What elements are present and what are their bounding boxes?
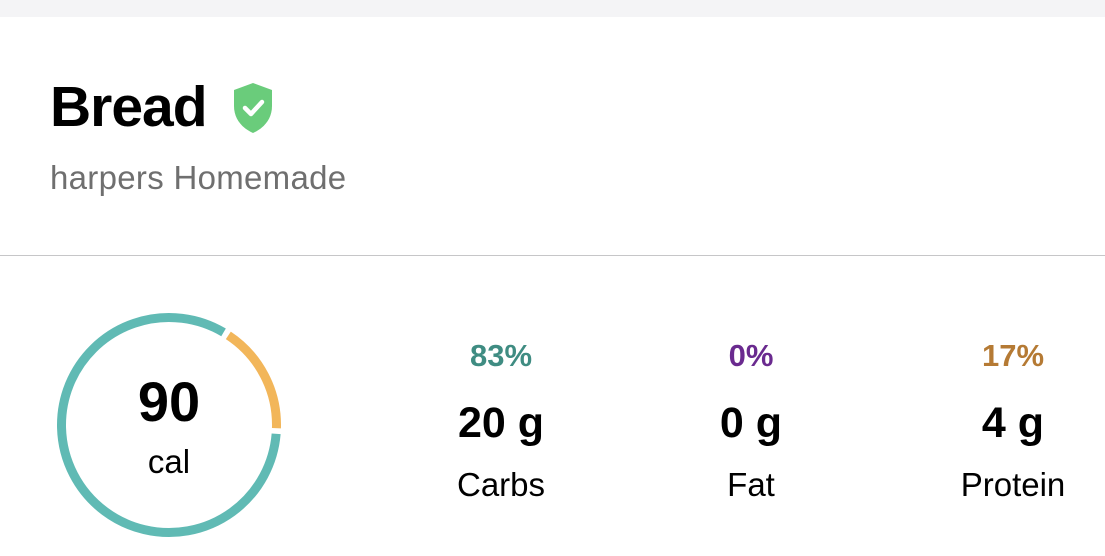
food-header: Bread harpers Homemade	[0, 17, 1105, 255]
food-brand: harpers Homemade	[50, 159, 347, 196]
verified-shield-icon	[231, 81, 275, 135]
macro-carbs: 83% 20 g Carbs	[401, 340, 601, 501]
fat-percent: 0%	[728, 338, 774, 373]
carbs-percent: 83%	[469, 338, 533, 373]
macro-protein: 17% 4 g Protein	[913, 340, 1105, 501]
carbs-grams: 20 g	[457, 399, 545, 447]
carbs-label: Carbs	[456, 466, 546, 503]
calorie-value: 90	[137, 370, 201, 433]
title-row: Bread	[50, 79, 275, 136]
top-strip	[0, 0, 1105, 17]
calorie-ring: 90 cal	[55, 311, 283, 539]
fat-label: Fat	[727, 466, 775, 503]
protein-grams: 4 g	[981, 399, 1045, 447]
food-title: Bread	[50, 75, 208, 139]
protein-percent: 17%	[981, 338, 1045, 373]
macro-fat: 0% 0 g Fat	[651, 340, 851, 501]
protein-label: Protein	[960, 466, 1066, 503]
divider	[0, 255, 1105, 256]
fat-grams: 0 g	[719, 399, 783, 447]
calorie-unit: cal	[147, 443, 191, 480]
